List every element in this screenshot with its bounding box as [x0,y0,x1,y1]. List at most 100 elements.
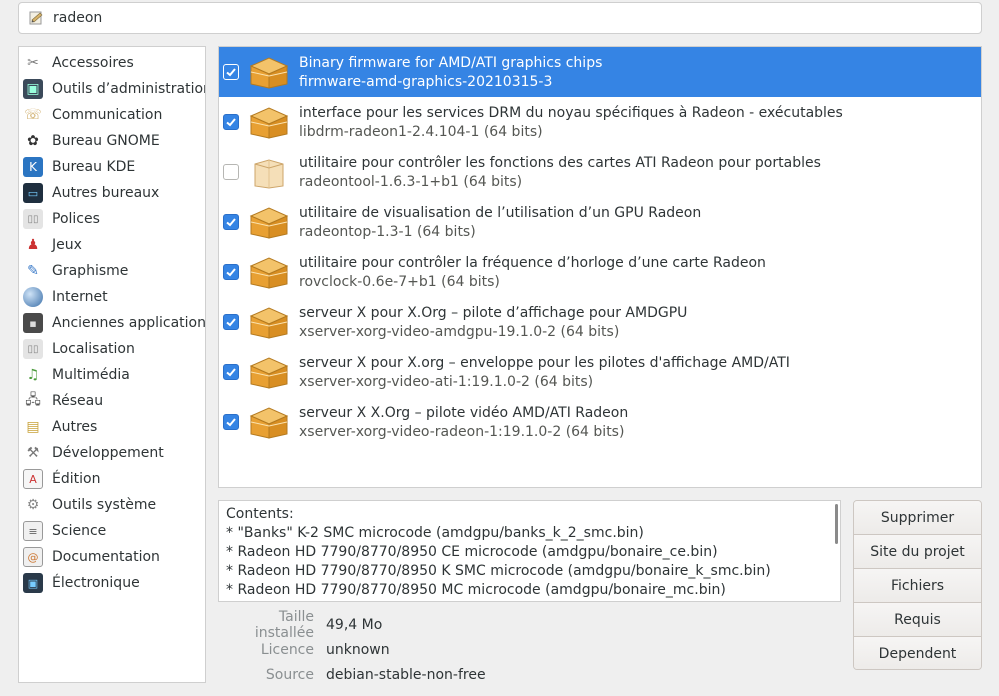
package-description: serveur X pour X.org – enveloppe pour le… [299,355,790,371]
size-label: Taille installée [254,608,314,641]
package-row[interactable]: utilitaire pour contrôler la fréquence d… [219,247,981,297]
package-row[interactable]: serveur X pour X.org – enveloppe pour le… [219,347,981,397]
search-field[interactable]: radeon [18,2,982,34]
package-row[interactable]: interface pour les services DRM du noyau… [219,97,981,147]
package-box-icon [249,357,289,389]
locale-icon: ▯▯ [23,339,43,359]
category-item-accessoires[interactable]: ✂ Accessoires [19,50,205,76]
package-name: libdrm-radeon1-2.4.104-1 (64 bits) [299,124,543,140]
electronics-icon: ▣ [23,573,43,593]
package-row[interactable]: utilitaire pour contrôler les fonctions … [219,147,981,197]
joystick-icon: ♟ [26,237,40,253]
category-label: Multimédia [52,367,130,383]
action-buttons: Supprimer Site du projet Fichiers Requis… [853,500,982,670]
category-item-autres[interactable]: ▤ Autres [19,414,205,440]
category-item-bureau-kde[interactable]: K Bureau KDE [19,154,205,180]
monitor-admin-icon: ▣ [23,79,43,99]
source-label: Source [265,666,314,683]
package-box-icon [249,207,289,239]
size-value: 49,4 Mo [326,616,383,633]
edit-find-icon [29,11,43,25]
package-name: xserver-xorg-video-amdgpu-19.1.0-2 (64 b… [299,324,620,340]
checkmark-icon [226,418,236,427]
category-item-jeux[interactable]: ♟ Jeux [19,232,205,258]
network-icon: 🖧 [25,392,41,408]
paintbrush-icon: ✎ [27,263,39,279]
category-item-documentation[interactable]: @ Documentation [19,544,205,570]
package-details: Taille installée 49,4 Mo Licence unknown… [218,608,618,687]
category-item-communication[interactable]: ☏ Communication [19,102,205,128]
contents-line: * Radeon HD 7790/8770/8950 K SMC microco… [226,563,771,579]
package-row[interactable]: Binary firmware for AMD/ATI graphics chi… [219,47,981,97]
package-description: interface pour les services DRM du noyau… [299,105,843,121]
category-label: Localisation [52,341,135,357]
category-item-outils-administration[interactable]: ▣ Outils d’administration [19,76,205,102]
category-label: Réseau [52,393,104,409]
category-item-electronique[interactable]: ▣ Électronique [19,570,205,596]
install-checkbox[interactable] [223,314,239,330]
package-box-icon [249,107,289,139]
package-row[interactable]: serveur X pour X.Org – pilote d’affichag… [219,297,981,347]
gnome-foot-icon: ✿ [27,133,39,149]
category-item-multimedia[interactable]: ♫ Multimédia [19,362,205,388]
floppy-icon: ▪ [23,313,43,333]
category-item-outils-systeme[interactable]: ⚙ Outils système [19,492,205,518]
install-checkbox[interactable] [223,414,239,430]
requires-button[interactable]: Requis [854,603,981,637]
category-label: Communication [52,107,163,123]
desktop-icon: ▭ [23,183,43,203]
category-item-reseau[interactable]: 🖧 Réseau [19,388,205,414]
category-label: Autres [52,419,98,435]
source-value: debian-stable-non-free [326,666,486,683]
remove-button[interactable]: Supprimer [854,501,981,535]
folder-icon: ▤ [26,419,40,435]
install-checkbox[interactable] [223,164,239,180]
contents-line: * Radeon HD 7790/8770/8950 MC microcode … [226,582,726,598]
package-row[interactable]: utilitaire de visualisation de l’utilisa… [219,197,981,247]
category-label: Bureau GNOME [52,133,160,149]
package-box-icon [249,407,289,439]
project-website-button[interactable]: Site du projet [854,535,981,569]
contents-textview[interactable]: Contents: * "Banks" K-2 SMC microcode (a… [218,500,841,602]
install-checkbox[interactable] [223,114,239,130]
category-item-developpement[interactable]: ⚒ Développement [19,440,205,466]
category-item-bureau-gnome[interactable]: ✿ Bureau GNOME [19,128,205,154]
contents-line: * "Banks" K-2 SMC microcode (amdgpu/bank… [226,525,644,541]
category-label: Jeux [52,237,82,253]
category-item-polices[interactable]: ▯▯ Polices [19,206,205,232]
files-button[interactable]: Fichiers [854,569,981,603]
category-label: Polices [52,211,100,227]
category-item-internet[interactable]: Internet [19,284,205,310]
package-name: xserver-xorg-video-ati-1:19.1.0-2 (64 bi… [299,374,594,390]
text-editor-icon: A [23,469,43,489]
install-checkbox[interactable] [223,214,239,230]
category-label: Autres bureaux [52,185,160,201]
category-label: Science [52,523,107,539]
contents-scrollbar[interactable] [835,504,838,544]
category-label: Accessoires [52,55,134,71]
install-checkbox[interactable] [223,264,239,280]
checkmark-icon [226,268,236,277]
package-name: radeontop-1.3-1 (64 bits) [299,224,476,240]
checkmark-icon [226,318,236,327]
package-description: utilitaire pour contrôler la fréquence d… [299,255,766,271]
category-item-localisation[interactable]: ▯▯ Localisation [19,336,205,362]
dependents-button[interactable]: Dependent [854,637,981,669]
category-label: Outils d’administration [52,81,206,97]
install-checkbox[interactable] [223,364,239,380]
category-label: Documentation [52,549,160,565]
category-item-anciennes-applications[interactable]: ▪ Anciennes applications [19,310,205,336]
phone-icon: ☏ [24,107,42,123]
install-checkbox[interactable] [223,64,239,80]
category-item-graphisme[interactable]: ✎ Graphisme [19,258,205,284]
science-icon: ≡ [23,521,43,541]
category-item-edition[interactable]: A Édition [19,466,205,492]
category-label: Anciennes applications [52,315,206,331]
hammer-icon: ⚒ [26,445,40,461]
search-input[interactable]: radeon [53,10,102,26]
package-row[interactable]: serveur X X.Org – pilote vidéo AMD/ATI R… [219,397,981,447]
package-name: radeontool-1.6.3-1+b1 (64 bits) [299,174,523,190]
category-item-autres-bureaux[interactable]: ▭ Autres bureaux [19,180,205,206]
category-item-science[interactable]: ≡ Science [19,518,205,544]
category-list: ✂ Accessoires ▣ Outils d’administration … [18,46,206,683]
